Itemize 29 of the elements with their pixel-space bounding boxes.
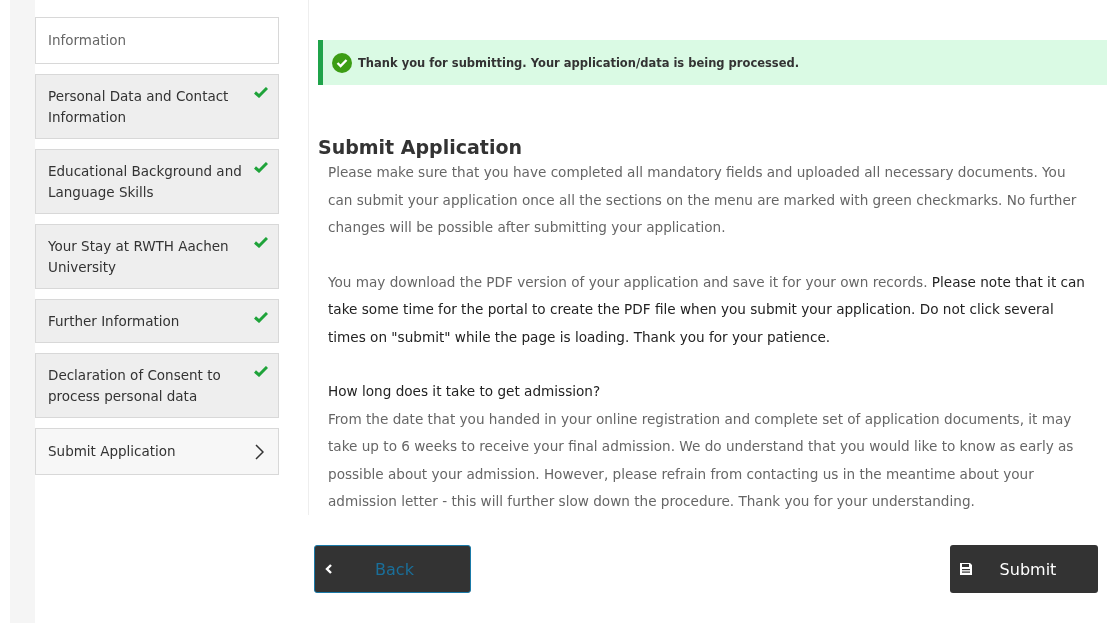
checkmark-icon bbox=[254, 312, 268, 323]
sidebar-item[interactable]: Your Stay at RWTH Aachen University bbox=[35, 224, 279, 289]
check-circle-icon bbox=[332, 52, 352, 73]
checkmark-icon bbox=[254, 366, 268, 377]
sidebar-item[interactable]: Educational Background and Language Skills bbox=[35, 149, 279, 214]
chevron-left-icon bbox=[325, 564, 333, 574]
sidebar-item-label: Information bbox=[48, 31, 128, 50]
chevron-right-icon bbox=[255, 444, 264, 460]
section-subheading: How long does it take to get admission? bbox=[328, 382, 602, 401]
checkmark-icon bbox=[254, 237, 268, 248]
sidebar-item-label: Your Stay at RWTH Aachen University bbox=[48, 237, 230, 277]
sidebar-item-label: Educational Background and Language Skills bbox=[48, 162, 243, 202]
sidebar-item[interactable]: Declaration of Consent to process personal data bbox=[35, 353, 279, 418]
checkmark-icon bbox=[254, 87, 268, 98]
sidebar-item[interactable]: Submit Application bbox=[35, 428, 279, 475]
paragraph: From the date that you handed in your online registration and complete set of application documents, it may take up to 6 weeks to receive your final admission. We do understand that you would like to know as early as possible about your admission. However, please refrain from contacting us in the meantime about your admission letter - this will further slow down the procedure. Thank you for your understanding. bbox=[328, 409, 1075, 511]
submit-button[interactable]: Submit bbox=[950, 545, 1098, 593]
sidebar-item-label: Personal Data and Contact Information bbox=[48, 87, 230, 127]
paragraph: Please make sure that you have completed all mandatory fields and uploaded all necessary documents. You can submit your application once all the sections on the menu are marked with green checkmarks. No further changes will be possible after submitting your application. bbox=[328, 163, 1078, 237]
alert-message: Thank you for submitting. Your application/data is being processed. bbox=[358, 55, 800, 70]
page-heading: Submit Application bbox=[318, 135, 523, 159]
sidebar-item[interactable]: Personal Data and Contact Information bbox=[35, 74, 279, 139]
sidebar-item-label: Submit Application bbox=[48, 442, 177, 461]
paragraph: You may download the PDF version of your application and save it for your own records. Please note that it can take some time for the portal to create the PDF file when you submit your application. Do not click several times on "submit" while the page is loading. Thank you for your patience. bbox=[328, 272, 1086, 347]
sidebar-item[interactable]: Further Information bbox=[35, 299, 279, 343]
checkmark-icon bbox=[254, 162, 268, 173]
sidebar-item-label: Further Information bbox=[48, 312, 181, 331]
sidebar-item-label: Declaration of Consent to process personal data bbox=[48, 366, 222, 406]
sidebar-item[interactable]: Information bbox=[35, 17, 279, 64]
